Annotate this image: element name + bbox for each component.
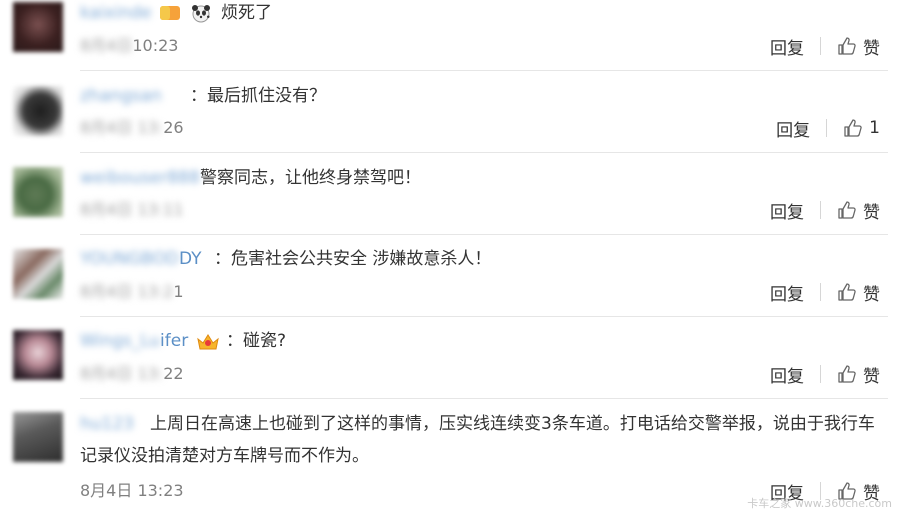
author-name: ifer <box>160 331 189 351</box>
comment-time: 8月4日 13:21 <box>80 282 184 302</box>
reply-button[interactable]: 回复 <box>770 34 804 59</box>
comment-text: ：危害社会公共安全 涉嫌故意杀人！ <box>214 249 492 269</box>
thumbs-up-icon <box>838 283 856 301</box>
author-name-blurred: kaixinde <box>80 3 152 23</box>
comment-author[interactable]: Wings_Luifer <box>80 331 220 351</box>
reply-button[interactable]: 回复 <box>770 362 804 387</box>
avatar[interactable] <box>13 2 63 52</box>
reply-button[interactable]: 回复 <box>776 116 810 141</box>
comment-text: hu123 上周日在高速上也碰到了这样的事情，压实线连续变3条车道。打电话给交警举… <box>80 408 890 472</box>
time-blurred: 8月4日 13: <box>80 364 164 383</box>
crown-badge-icon <box>196 331 219 351</box>
author-name-blurred: weibouser888 <box>80 168 200 188</box>
comment-text: ：碰瓷? <box>226 331 287 351</box>
divider <box>80 398 888 399</box>
comment-actions: 回复 赞 <box>770 362 880 387</box>
like-label: 赞 <box>863 284 880 305</box>
like-button[interactable]: 赞 <box>837 280 880 305</box>
comment-time: 8月4日 13:11 <box>80 200 184 220</box>
comment-time: 8月4日10:23 <box>80 36 178 56</box>
comment-author[interactable]: zhangsan <box>80 86 162 106</box>
like-button[interactable]: 赞 <box>837 34 880 59</box>
divider <box>80 152 888 153</box>
comment-time: 8月4日 13:23 <box>80 481 184 501</box>
time-value: 26 <box>163 118 184 137</box>
like-button[interactable]: 赞 <box>837 362 880 387</box>
comment-time: 8月4日 13:26 <box>80 118 184 138</box>
action-separator <box>820 37 821 55</box>
comment-actions: 回复 赞 <box>770 280 880 305</box>
author-name-blurred: zhangsan <box>80 86 162 106</box>
comment-author[interactable]: weibouser888 <box>80 168 200 188</box>
comment-text: ：最后抓住没有？ <box>190 86 326 106</box>
level-badge-icon <box>159 3 181 23</box>
thumbs-up-icon <box>838 201 856 219</box>
action-separator <box>820 201 821 219</box>
like-label: 赞 <box>863 202 880 223</box>
comment-actions: 回复 赞 <box>770 198 880 223</box>
time-value: 10:23 <box>132 36 179 55</box>
time-value: 8月4日 13:23 <box>80 481 184 500</box>
time-value: 22 <box>163 364 184 383</box>
comment-author[interactable]: YOUNGBODDY <box>80 249 202 269</box>
author-name-blurred: hu123 <box>80 414 134 434</box>
reply-button[interactable]: 回复 <box>770 198 804 223</box>
avatar[interactable] <box>13 330 63 380</box>
comment-text: 警察同志，让他终身禁驾吧！ <box>200 168 421 188</box>
author-name-blurred: Wings_Lu <box>80 331 161 351</box>
avatar[interactable] <box>13 249 63 299</box>
author-name: DY <box>179 249 202 269</box>
avatar[interactable] <box>13 412 63 462</box>
like-label: 赞 <box>863 38 880 59</box>
divider <box>80 316 888 317</box>
comment-author[interactable]: kaixinde <box>80 3 214 23</box>
author-name-blurred: YOUNGBOD <box>80 249 180 269</box>
divider <box>80 234 888 235</box>
avatar[interactable] <box>13 167 63 217</box>
comment-actions: 回复 1 <box>776 116 880 141</box>
thumbs-up-icon <box>844 119 862 137</box>
avatar[interactable] <box>13 86 63 136</box>
thumbs-up-icon <box>838 37 856 55</box>
time-blurred: 8月4日 13: <box>80 118 164 137</box>
like-label: 赞 <box>863 366 880 387</box>
time-blurred: 8月4日 13:2 <box>80 282 174 301</box>
divider <box>80 70 888 71</box>
action-separator <box>826 119 828 137</box>
comment-actions: 回复 赞 <box>770 34 880 59</box>
comment-author[interactable]: hu123 <box>80 414 134 434</box>
time-blurred: 8月4日 13:11 <box>80 200 184 219</box>
reply-button[interactable]: 回复 <box>770 280 804 305</box>
like-button[interactable]: 1 <box>843 118 880 138</box>
like-button[interactable]: 赞 <box>837 198 880 223</box>
like-count: 1 <box>869 118 880 138</box>
time-blurred: 8月4日 <box>80 36 133 55</box>
thumbs-up-icon <box>838 365 856 383</box>
comment-text: ：烦死了 <box>204 3 272 23</box>
comment-body: 上周日在高速上也碰到了这样的事情，压实线连续变3条车道。打电话给交警举报，说由于… <box>80 414 875 466</box>
watermark: 卡车之家 www.360che.com <box>747 497 892 510</box>
action-separator <box>820 283 821 301</box>
time-value: 1 <box>173 282 184 301</box>
comment-time: 8月4日 13:22 <box>80 364 184 384</box>
action-separator <box>820 365 821 383</box>
